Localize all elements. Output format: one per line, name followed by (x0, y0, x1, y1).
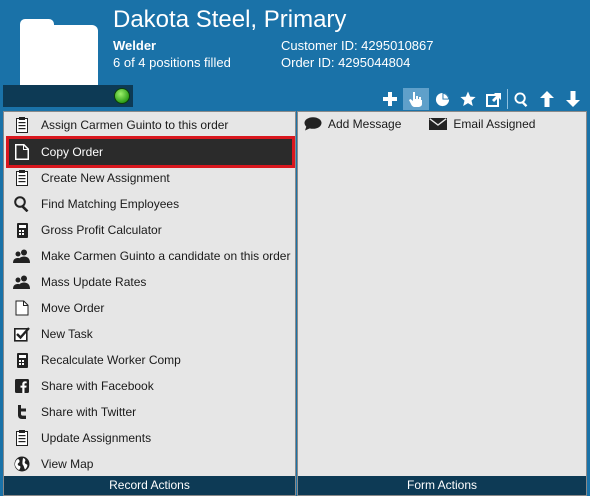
action-label: Find Matching Employees (41, 197, 180, 211)
order-header: Dakota Steel, Primary Welder 6 of 4 posi… (0, 0, 590, 110)
customer-id: Customer ID: 4295010867 (281, 38, 434, 53)
action-email-assigned[interactable]: Email Assigned (429, 117, 535, 131)
copy-document-icon (13, 143, 31, 161)
globe-icon (13, 455, 31, 473)
action-make-candidate[interactable]: Make Carmen Guinto a candidate on this o… (9, 243, 292, 269)
action-label: Move Order (41, 301, 105, 315)
action-move-order[interactable]: Move Order (9, 295, 292, 321)
status-indicator-icon (114, 88, 130, 104)
star-icon[interactable] (455, 88, 481, 110)
calculator-icon (13, 221, 31, 239)
action-view-map[interactable]: View Map (9, 451, 292, 477)
action-find-matching-employees[interactable]: Find Matching Employees (9, 191, 292, 217)
action-label: New Task (41, 327, 93, 341)
action-label: Make Carmen Guinto a candidate on this o… (41, 249, 291, 263)
action-add-message[interactable]: Add Message (304, 117, 401, 131)
action-label: Share with Twitter (41, 405, 137, 419)
action-share-facebook[interactable]: Share with Facebook (9, 373, 292, 399)
action-label: Email Assigned (453, 117, 536, 131)
record-actions-footer: Record Actions (4, 476, 295, 495)
action-recalculate-worker-comp[interactable]: Recalculate Worker Comp (9, 347, 292, 373)
action-new-task[interactable]: New Task (9, 321, 292, 347)
form-actions-panel: Add Message Email Assigned Form Actions (297, 111, 587, 496)
action-label: Assign Carmen Guinto to this order (41, 118, 229, 132)
users-icon (13, 273, 31, 291)
action-label: Recalculate Worker Comp (41, 353, 181, 367)
document-list-icon (13, 116, 31, 134)
action-assign-candidate[interactable]: Assign Carmen Guinto to this order (9, 112, 292, 138)
action-label: Copy Order (41, 145, 104, 159)
facebook-icon (13, 377, 31, 395)
action-label: Update Assignments (41, 431, 152, 445)
action-label: Create New Assignment (41, 171, 170, 185)
page-title: Dakota Steel, Primary (113, 6, 347, 33)
action-label: Share with Facebook (41, 379, 154, 393)
add-icon[interactable] (377, 88, 403, 110)
arrow-up-icon[interactable] (534, 88, 560, 110)
action-create-new-assignment[interactable]: Create New Assignment (9, 165, 292, 191)
action-share-twitter[interactable]: Share with Twitter (9, 399, 292, 425)
action-copy-order[interactable]: Copy Order (6, 136, 295, 168)
action-gross-profit-calculator[interactable]: Gross Profit Calculator (9, 217, 292, 243)
pie-chart-icon[interactable] (429, 88, 455, 110)
form-actions-list: Add Message Email Assigned (304, 117, 535, 131)
magnifier-icon (13, 195, 31, 213)
action-label: View Map (41, 457, 94, 471)
folder-icon (20, 19, 98, 91)
speech-bubble-icon (304, 117, 322, 131)
record-actions-panel: Assign Carmen Guinto to this order Copy … (3, 111, 296, 496)
order-id: Order ID: 4295044804 (281, 55, 411, 70)
action-label: Add Message (328, 117, 402, 131)
form-actions-footer: Form Actions (298, 476, 586, 495)
action-label: Mass Update Rates (41, 275, 147, 289)
search-icon[interactable] (508, 88, 534, 110)
document-list-icon (13, 429, 31, 447)
order-position-title: Welder (113, 38, 157, 53)
action-update-assignments[interactable]: Update Assignments (9, 425, 292, 451)
arrow-down-icon[interactable] (560, 88, 586, 110)
twitter-icon (13, 403, 31, 421)
action-mass-update-rates[interactable]: Mass Update Rates (9, 269, 292, 295)
toolbar (377, 88, 586, 110)
users-icon (13, 247, 31, 265)
action-label: Gross Profit Calculator (41, 223, 162, 237)
positions-filled: 6 of 4 positions filled (113, 55, 231, 70)
copy-document-icon (13, 299, 31, 317)
document-list-icon (13, 169, 31, 187)
envelope-icon (429, 117, 448, 131)
calculator-icon (13, 351, 31, 369)
hand-pointer-icon[interactable] (403, 88, 429, 110)
checkbox-icon (13, 325, 31, 343)
external-link-icon[interactable] (481, 88, 507, 110)
